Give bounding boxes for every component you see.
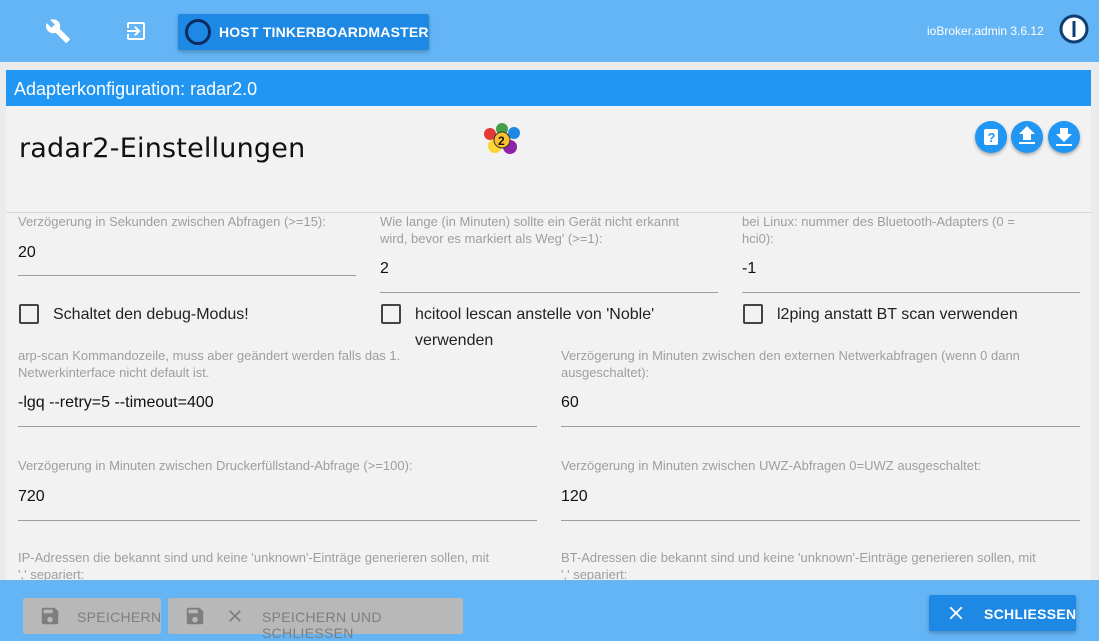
radar2-logo-icon: 2	[480, 120, 526, 158]
save-button[interactable]: SPEICHERN	[23, 598, 161, 634]
external-delay-input[interactable]: 60	[561, 394, 579, 412]
adapter-config-page: Adapterkonfiguration: radar2.0 radar2-Ei…	[6, 70, 1091, 590]
help-button[interactable]: ?	[975, 121, 1007, 153]
save-close-button-label: SPEICHERN UND SCHLIESSEN	[262, 609, 382, 641]
page-title: Adapterkonfiguration: radar2.0	[14, 79, 258, 99]
help-icon: ?	[984, 129, 998, 145]
known-bt-label-line1: BT-Adressen die bekannt sind und keine '…	[561, 550, 1036, 565]
uwz-delay-underline	[561, 520, 1080, 521]
delay-underline	[18, 275, 356, 276]
close-icon	[949, 606, 963, 620]
save-close-button[interactable]: SPEICHERN UND SCHLIESSEN	[168, 598, 463, 641]
external-delay-label-line1: Verzögerung in Minuten zwischen den exte…	[561, 348, 1020, 363]
admin-version: ioBroker.admin 3.6.12	[927, 24, 1044, 38]
away-input[interactable]: 2	[380, 260, 389, 278]
bt-adapter-field[interactable]: bei Linux: nummer des Bluetooth-Adapters…	[742, 213, 1080, 295]
save-icon	[41, 607, 59, 625]
printer-delay-field[interactable]: Verzögerung in Minuten zwischen Druckerf…	[18, 457, 537, 523]
hcitool-label-line1: hcitool lescan anstelle von 'Noble'	[415, 306, 655, 323]
l2ping-checkbox-label[interactable]: l2ping anstatt BT scan verwenden	[777, 302, 1018, 328]
known-bt-label: BT-Adressen die bekannt sind und keine '…	[561, 549, 1036, 583]
delay-label: Verzögerung in Sekunden zwischen Abfrage…	[18, 214, 326, 229]
external-delay-field[interactable]: Verzögerung in Minuten zwischen den exte…	[561, 347, 1080, 429]
printer-delay-label: Verzögerung in Minuten zwischen Druckerf…	[18, 458, 413, 473]
external-delay-label: Verzögerung in Minuten zwischen den exte…	[561, 347, 1020, 381]
uwz-delay-label: Verzögerung in Minuten zwischen UWZ-Abfr…	[561, 458, 982, 473]
save-button-label: SPEICHERN	[77, 609, 162, 625]
download-button[interactable]	[1048, 121, 1080, 153]
close-button[interactable]: SCHLIESSEN	[929, 595, 1076, 631]
arp-scan-field[interactable]: arp-scan Kommandozeile, muss aber geände…	[18, 347, 537, 429]
close-button-label: SCHLIESSEN	[984, 606, 1077, 622]
printer-delay-underline	[18, 520, 537, 521]
debug-checkbox[interactable]	[19, 304, 39, 324]
bt-adapter-label-line1: bei Linux: nummer des Bluetooth-Adapters…	[742, 214, 1015, 229]
delay-field[interactable]: Verzögerung in Sekunden zwischen Abfrage…	[18, 213, 356, 279]
bottom-bar: SPEICHERN SPEICHERN UND SCHLIESSEN SCHLI…	[0, 580, 1099, 641]
logout-icon[interactable]	[123, 19, 149, 43]
known-ip-label-line1: IP-Adressen die bekannt sind und keine '…	[18, 550, 490, 565]
away-label-line1: Wie lange (in Minuten) sollte ein Gerät …	[380, 214, 680, 229]
away-label-line2: wird, bevor es markiert als Weg' (>=1):	[380, 231, 603, 246]
page-title-bar: Adapterkonfiguration: radar2.0	[6, 70, 1091, 106]
known-ip-label: IP-Adressen die bekannt sind und keine '…	[18, 549, 489, 583]
host-button[interactable]: HOST TINKERBOARDMASTER	[178, 14, 429, 50]
external-delay-underline	[561, 426, 1080, 427]
uwz-delay-field[interactable]: Verzögerung in Minuten zwischen UWZ-Abfr…	[561, 457, 1080, 523]
settings-title: radar2-Einstellungen	[19, 133, 306, 164]
debug-checkbox-label[interactable]: Schaltet den debug-Modus!	[53, 302, 249, 328]
svg-text:?: ?	[988, 130, 996, 145]
bt-adapter-label-line2: hci0):	[742, 231, 774, 246]
bt-adapter-underline	[742, 292, 1080, 293]
delay-input[interactable]: 20	[18, 244, 36, 262]
away-label: Wie lange (in Minuten) sollte ein Gerät …	[380, 213, 679, 247]
save-icon	[186, 607, 204, 625]
host-button-label: HOST TINKERBOARDMASTER	[219, 24, 429, 40]
arp-scan-input[interactable]: -lgq --retry=5 --timeout=400	[18, 394, 214, 412]
svg-text:2: 2	[498, 134, 505, 148]
arp-scan-label-line1: arp-scan Kommandozeile, muss aber geände…	[18, 348, 401, 363]
top-bar: HOST TINKERBOARDMASTER ioBroker.admin 3.…	[0, 0, 1099, 62]
arp-scan-underline	[18, 426, 537, 427]
away-underline	[380, 292, 718, 293]
away-field[interactable]: Wie lange (in Minuten) sollte ein Gerät …	[380, 213, 718, 295]
wrench-icon[interactable]	[45, 18, 71, 44]
l2ping-checkbox[interactable]	[743, 304, 763, 324]
uwz-delay-input[interactable]: 120	[561, 488, 588, 506]
upload-icon	[1019, 126, 1035, 144]
bt-adapter-label: bei Linux: nummer des Bluetooth-Adapters…	[742, 213, 1015, 247]
bt-adapter-input[interactable]: -1	[742, 260, 756, 278]
download-icon	[1056, 128, 1072, 146]
hcitool-checkbox[interactable]	[381, 304, 401, 324]
close-icon	[229, 610, 241, 622]
arp-scan-label: arp-scan Kommandozeile, muss aber geände…	[18, 347, 400, 381]
printer-delay-input[interactable]: 720	[18, 488, 45, 506]
upload-button[interactable]	[1011, 121, 1043, 153]
arp-scan-label-line2: Netwerkinterface nicht default ist.	[18, 365, 210, 380]
iobroker-logo-icon[interactable]	[1059, 14, 1089, 44]
external-delay-label-line2: ausgeschaltet):	[561, 365, 650, 380]
host-status-icon	[185, 19, 211, 45]
